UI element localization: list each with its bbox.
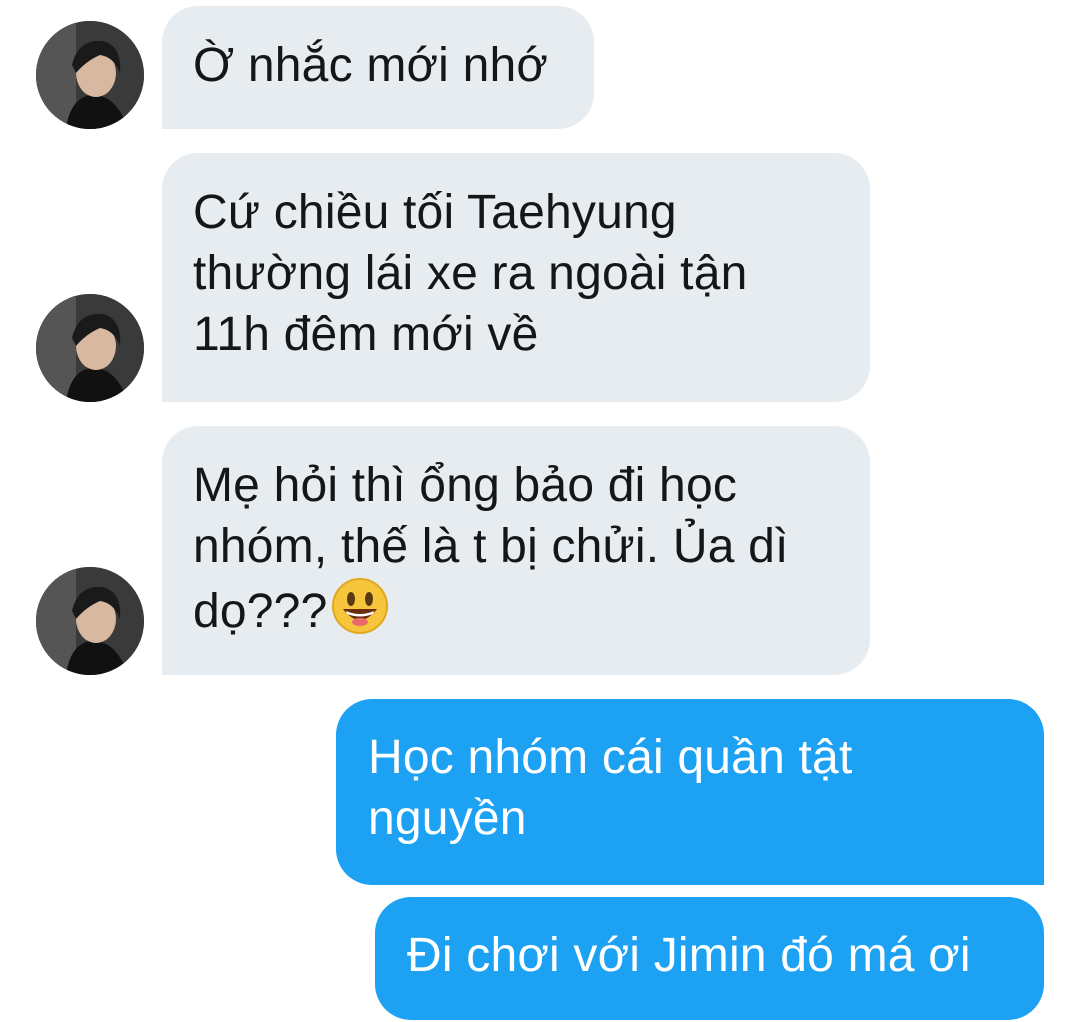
message-text-line: nguyền	[368, 792, 527, 845]
avatar-photo-icon	[36, 21, 144, 129]
message-text-line: Cứ chiều tối Taehyung	[193, 186, 677, 239]
message-text: Đi chơi với Jimin đó má ơi	[407, 929, 971, 982]
message-text-line: 11h đêm mới về	[193, 308, 539, 361]
contact-avatar[interactable]	[36, 21, 144, 129]
message-bubble-incoming[interactable]: Mẹ hỏi thì ổng bảo đi học nhóm, thế là t…	[162, 426, 870, 675]
avatar-photo-icon	[36, 567, 144, 675]
message-text-line: Mẹ hỏi thì ổng bảo đi học	[193, 459, 738, 512]
message-text: dọ???	[193, 585, 328, 638]
message-text-line: dọ???	[193, 577, 840, 642]
message-text-line: thường lái xe ra ngoài tận	[193, 247, 748, 300]
message-text-line: Học nhóm cái quần tật	[368, 731, 853, 784]
message-bubble-incoming[interactable]: Cứ chiều tối Taehyung thường lái xe ra n…	[162, 153, 870, 402]
avatar-photo-icon	[36, 294, 144, 402]
message-bubble-incoming[interactable]: Ờ nhắc mới nhớ	[162, 6, 594, 129]
grinning-face-emoji-icon	[331, 577, 389, 635]
message-bubble-outgoing[interactable]: Đi chơi với Jimin đó má ơi	[375, 897, 1044, 1020]
contact-avatar[interactable]	[36, 567, 144, 675]
contact-avatar[interactable]	[36, 294, 144, 402]
message-text-line: nhóm, thế là t bị chửi. Ủa dì	[193, 520, 789, 573]
message-text: Ờ nhắc mới nhớ	[193, 39, 549, 92]
message-bubble-outgoing[interactable]: Học nhóm cái quần tật nguyền	[336, 699, 1044, 885]
